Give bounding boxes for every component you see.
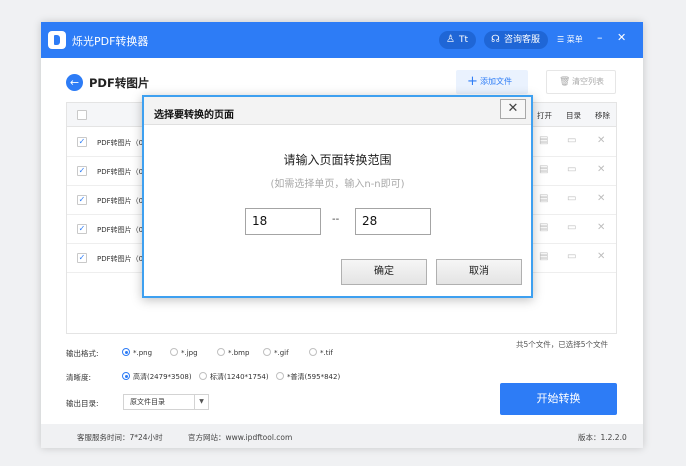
page-to-input[interactable]: 28 [355,208,431,235]
folder-icon[interactable]: ▭ [567,164,576,175]
add-file-button[interactable]: + 添加文件 [456,70,528,94]
format-bmp-radio[interactable]: *.bmp [217,348,249,357]
start-convert-button[interactable]: 开始转换 [500,383,617,415]
dialog-close-button[interactable]: ✕ [500,99,526,119]
open-file-icon[interactable]: ▤ [539,222,548,233]
menu-button[interactable]: ☰ 菜单 [557,34,583,45]
select-all-checkbox[interactable] [77,110,87,120]
remove-icon[interactable]: ✕ [597,193,605,204]
file-name: PDF转图片（0 [97,226,144,234]
dialog-header: 选择要转换的页面 ✕ [144,97,531,125]
folder-icon[interactable]: ▭ [567,251,576,262]
page-range-dialog: 选择要转换的页面 ✕ 请输入页面转换范围 (如需选择单页，输入n-n即可) 18… [142,95,533,298]
range-separator: -- [332,214,340,225]
clarity-normal-radio[interactable]: *普清(595*842) [276,372,340,382]
row-checkbox[interactable]: ✓ [77,224,87,234]
clarity-sd-radio[interactable]: 标清(1240*1754) [199,372,269,382]
format-option-label: *.gif [274,349,289,357]
dialog-title: 选择要转换的页面 [154,110,234,121]
ok-button[interactable]: 确定 [341,259,427,285]
format-option-label: *.png [133,349,153,357]
radio-icon [217,348,225,356]
minimize-button[interactable]: – [597,31,603,44]
radio-icon [122,348,130,356]
clarity-hd-radio[interactable]: 高清(2479*3508) [122,372,192,382]
row-checkbox[interactable]: ✓ [77,166,87,176]
user-icon: ♙ [446,34,455,45]
file-name: PDF转图片（0 [97,168,144,176]
file-name: PDF转图片（0 [97,197,144,205]
close-window-button[interactable]: ✕ [617,31,626,44]
add-file-label: 添加文件 [480,77,512,86]
open-file-icon[interactable]: ▤ [539,251,548,262]
service-label: 咨询客服 [504,35,541,45]
remove-icon[interactable]: ✕ [597,251,605,262]
app-logo-icon [48,31,66,49]
remove-icon[interactable]: ✕ [597,135,605,146]
row-checkbox[interactable]: ✓ [77,195,87,205]
title-bar: 烁光PDF转换器 ♙ Tt ☊ 咨询客服 ☰ 菜单 – ✕ [41,22,643,58]
cancel-button[interactable]: 取消 [436,259,522,285]
chevron-down-icon: ▼ [194,395,208,409]
format-png-radio[interactable]: *.png [122,348,152,357]
trash-icon: 🗑 [559,77,571,87]
open-file-icon[interactable]: ▤ [539,193,548,204]
folder-icon[interactable]: ▭ [567,222,576,233]
open-file-icon[interactable]: ▤ [539,135,548,146]
radio-icon [170,348,178,356]
format-gif-radio[interactable]: *.gif [263,348,289,357]
format-tif-radio[interactable]: *.tif [309,348,333,357]
open-file-icon[interactable]: ▤ [539,164,548,175]
service-button[interactable]: ☊ 咨询客服 [484,31,549,49]
radio-icon [309,348,317,356]
remove-icon[interactable]: ✕ [597,164,605,175]
output-dir-select[interactable]: 原文件目录 ▼ [123,394,209,410]
folder-icon[interactable]: ▭ [567,193,576,204]
file-name: PDF转图片（0 [97,255,144,263]
header-dir: 目录 [566,111,581,120]
menu-label: 菜单 [566,35,583,44]
back-button[interactable]: ← [66,74,83,91]
clear-list-label: 清空列表 [572,77,604,86]
folder-icon[interactable]: ▭ [567,135,576,146]
radio-icon [122,372,130,380]
clarity-label: 清晰度: [66,373,92,382]
output-dir-value: 原文件目录 [130,398,165,406]
headset-icon: ☊ [491,34,500,45]
clarity-option-label: 标清(1240*1754) [210,373,269,381]
format-label: 输出格式: [66,349,99,358]
service-hours: 客服服务时间：7*24小时 [77,433,163,442]
row-checkbox[interactable]: ✓ [77,137,87,147]
dialog-heading: 请输入页面转换范围 [283,153,392,167]
user-label: Tt [459,35,469,45]
page-from-input[interactable]: 18 [245,208,321,235]
header-open: 打开 [537,111,552,120]
official-site-link[interactable]: 官方网站：www.ipdftool.com [188,432,292,443]
plus-icon: + [467,74,478,89]
file-name: PDF转图片（0 [97,139,144,147]
format-jpg-radio[interactable]: *.jpg [170,348,198,357]
file-summary: 共5个文件，已选择5个文件 [516,340,609,349]
header-remove: 移除 [595,111,610,120]
page-title: PDF转图片 [89,76,150,90]
radio-icon [276,372,284,380]
clarity-option-label: *普清(595*842) [287,373,341,381]
menu-icon: ☰ [557,35,565,44]
radio-icon [199,372,207,380]
remove-icon[interactable]: ✕ [597,222,605,233]
row-checkbox[interactable]: ✓ [77,253,87,263]
radio-icon [263,348,271,356]
format-option-label: *.jpg [181,349,198,357]
dialog-hint: (如需选择单页，输入n-n即可) [270,179,405,190]
clear-list-button[interactable]: 🗑 清空列表 [546,70,616,94]
version-label: 版本：1.2.2.0 [578,433,627,442]
clarity-option-label: 高清(2479*3508) [133,373,192,381]
output-dir-label: 输出目录: [66,399,99,408]
footer: 客服服务时间：7*24小时 官方网站：www.ipdftool.com 版本：1… [41,424,643,448]
user-button[interactable]: ♙ Tt [439,31,477,49]
app-title: 烁光PDF转换器 [72,35,149,48]
format-option-label: *.tif [320,349,333,357]
format-option-label: *.bmp [228,349,250,357]
